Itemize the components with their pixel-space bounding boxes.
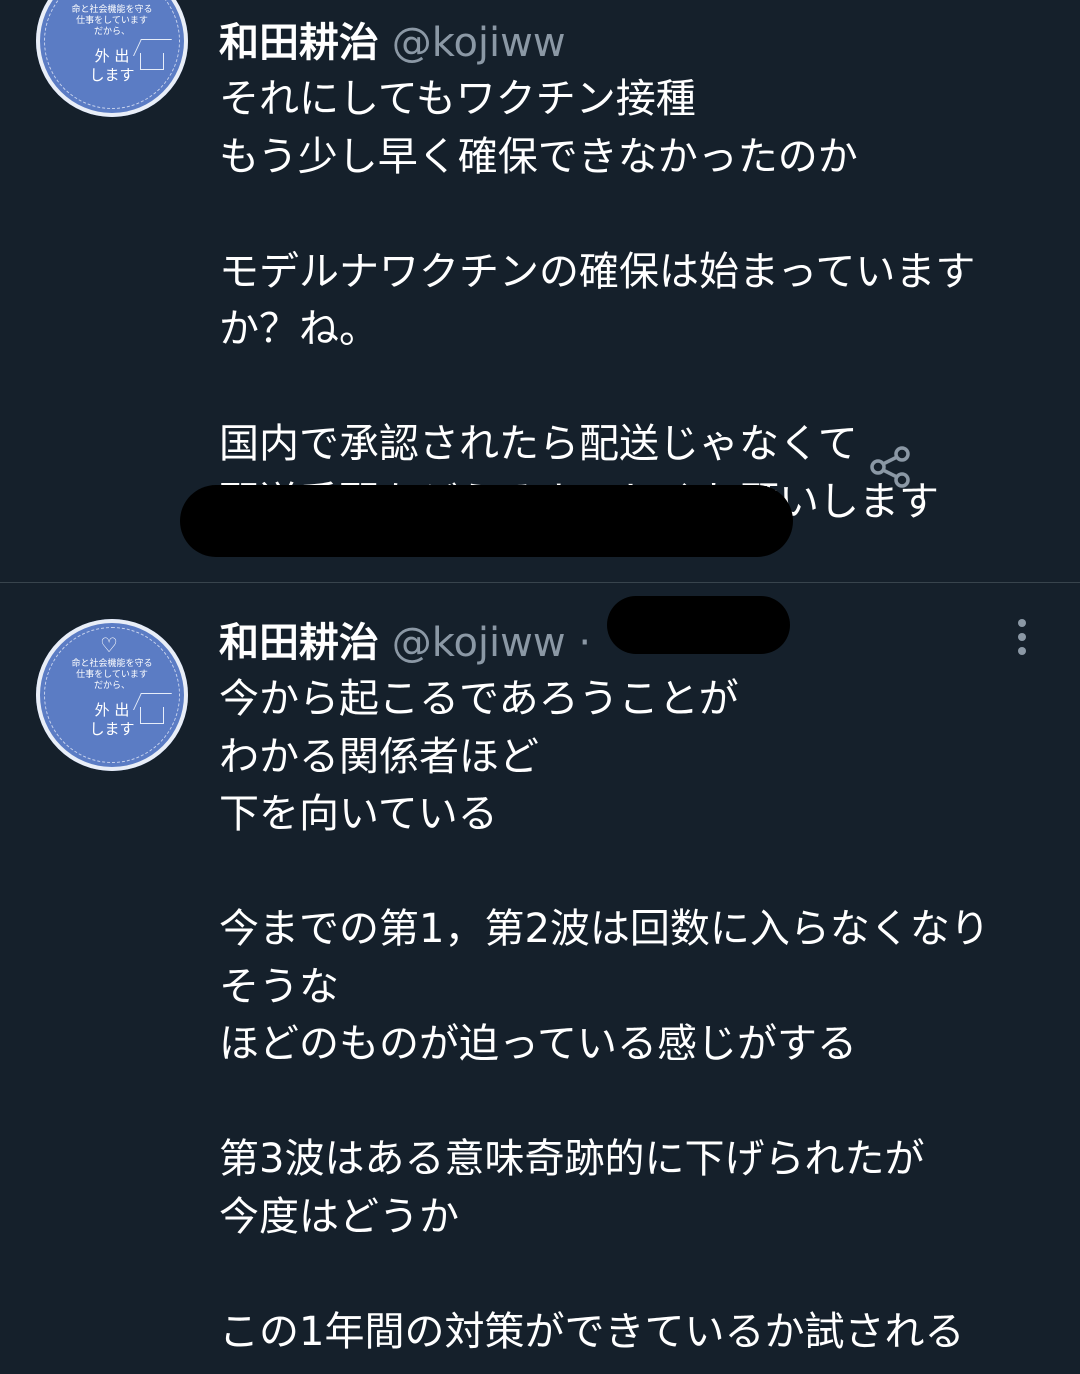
tweet-content: 和田耕治 @kojiww · 今から起こるであろうことが わかる関係者ほど 下を… — [219, 615, 1049, 1361]
tweet-1[interactable]: ♡ 命と社会機能を守る 仕事をしています だから、 外 出 します 和田耕治 @… — [0, 0, 1080, 582]
user-handle[interactable]: @kojiww — [392, 620, 566, 666]
tweet-text: それにしてもワクチン接種 もう少し早く確保できなかったのか モデルナワクチンの確… — [219, 76, 976, 525]
heart-icon: ♡ — [100, 0, 118, 3]
heart-icon: ♡ — [100, 633, 118, 657]
tweet-header: 和田耕治 @kojiww — [219, 15, 1049, 71]
avatar[interactable]: ♡ 命と社会機能を守る 仕事をしています だから、 外 出 します — [36, 0, 188, 117]
avatar-tagline: 命と社会機能を守る 仕事をしています だから、 — [71, 659, 153, 691]
redaction-mark — [607, 596, 790, 654]
tweet-2[interactable]: ♡ 命と社会機能を守る 仕事をしています だから、 外 出 します 和田耕治 @… — [0, 583, 1080, 1374]
tweet-text: 今から起こるであろうことが わかる関係者ほど 下を向いている 今までの第1，第2… — [219, 676, 990, 1355]
share-icon[interactable] — [866, 443, 914, 491]
house-icon — [140, 707, 164, 724]
avatar-tagline: 命と社会機能を守る 仕事をしています だから、 — [71, 5, 153, 37]
display-name[interactable]: 和田耕治 — [219, 620, 379, 666]
tweet-content: 和田耕治 @kojiww それにしてもワクチン接種 もう少し早く確保できなかった… — [219, 15, 1049, 531]
header-separator: · — [578, 620, 592, 666]
house-icon — [140, 53, 164, 70]
user-handle[interactable]: @kojiww — [392, 20, 566, 66]
avatar[interactable]: ♡ 命と社会機能を守る 仕事をしています だから、 外 出 します — [36, 619, 188, 771]
more-options-icon[interactable] — [1005, 617, 1041, 657]
redaction-mark — [180, 485, 793, 557]
display-name[interactable]: 和田耕治 — [219, 20, 379, 66]
